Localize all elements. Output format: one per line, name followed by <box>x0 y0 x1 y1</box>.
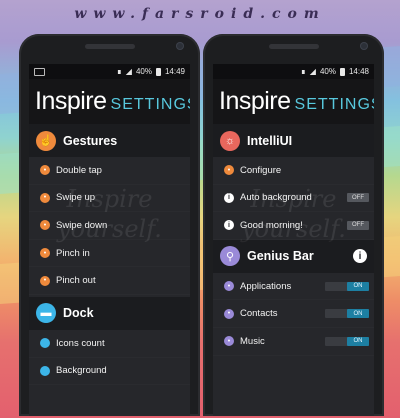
music-toggle[interactable]: ON <box>347 336 369 346</box>
list-item-label: Music <box>240 335 265 347</box>
genius-item-icon: • <box>224 281 234 292</box>
phone-left: ∎ ◢ 40% 14:49 Inspire SETTINGS Inspire y… <box>19 34 200 416</box>
app-subtitle: SETTINGS <box>110 95 190 113</box>
gesture-icon: • <box>40 165 50 176</box>
dock-item-icon <box>40 365 50 376</box>
list-item-label: Auto background <box>240 192 312 204</box>
good-morning-toggle[interactable]: OFF <box>347 220 369 230</box>
list-item-label: Contacts <box>240 308 278 320</box>
signal-icon: ◢ <box>125 67 132 76</box>
list-item-music[interactable]: • Music ON <box>213 328 374 356</box>
hand-icon: ☝ <box>36 130 56 151</box>
speaker <box>85 44 135 49</box>
front-camera <box>360 42 368 50</box>
list-item-label: Double tap <box>56 164 102 176</box>
section-intelliui: ☼ IntelliUI <box>213 124 374 157</box>
screen-left: ∎ ◢ 40% 14:49 Inspire SETTINGS Inspire y… <box>29 64 190 416</box>
list-item-configure[interactable]: • Configure <box>213 157 374 185</box>
section-title: Dock <box>63 306 94 321</box>
list-item-pinch-in[interactable]: • Pinch in <box>29 240 190 268</box>
contacts-toggle[interactable]: ON <box>347 309 369 319</box>
magnifier-icon: ⚲ <box>220 246 240 267</box>
list-item-pinch-out[interactable]: • Pinch out <box>29 267 190 295</box>
genius-item-icon: • <box>224 336 234 347</box>
auto-background-toggle[interactable]: OFF <box>347 193 369 203</box>
list-item-label: Pinch in <box>56 247 90 259</box>
phone-right: ∎ ◢ 40% 14:48 Inspire SETTINGS Inspire y… <box>203 34 384 416</box>
notification-icon <box>34 68 45 76</box>
status-bar: ∎ ◢ 40% 14:49 <box>29 64 190 79</box>
section-gestures: ☝ Gestures <box>29 124 190 157</box>
list-item-applications[interactable]: • Applications ON <box>213 273 374 301</box>
list-item-auto-background[interactable]: i Auto background OFF <box>213 185 374 213</box>
list-item-contacts[interactable]: • Contacts ON <box>213 300 374 328</box>
list-item-double-tap[interactable]: • Double tap <box>29 157 190 185</box>
clock: 14:49 <box>164 67 185 76</box>
app-subtitle: SETTINGS <box>294 95 374 113</box>
dock-item-icon <box>40 338 50 349</box>
section-genius-bar: ⚲ Genius Bar i <box>213 239 374 273</box>
section-title: IntelliUI <box>247 133 293 148</box>
gesture-icon: • <box>40 275 50 286</box>
list-item-label: Swipe up <box>56 192 96 204</box>
battery-icon <box>339 67 345 76</box>
wifi-icon: ∎ <box>116 67 122 76</box>
app-header: Inspire SETTINGS <box>29 79 190 124</box>
settings-list: Inspire yourself. ☝ Gestures • Double ta… <box>29 124 190 385</box>
app-title: Inspire <box>35 87 107 115</box>
signal-icon: ◢ <box>309 67 316 76</box>
speaker <box>269 44 319 49</box>
list-item-swipe-up[interactable]: • Swipe up <box>29 185 190 213</box>
gesture-icon: • <box>40 192 50 203</box>
battery-icon <box>155 67 161 76</box>
configure-icon: • <box>224 165 234 176</box>
list-item-swipe-down[interactable]: • Swipe down <box>29 212 190 240</box>
list-item-icons-count[interactable]: Icons count <box>29 330 190 358</box>
list-item-good-morning[interactable]: i Good morning! OFF <box>213 212 374 240</box>
watermark: www.farsroid.com <box>74 6 326 22</box>
gesture-icon: • <box>40 220 50 231</box>
info-icon: i <box>224 192 234 203</box>
list-item-label: Good morning! <box>240 219 303 231</box>
clock: 14:48 <box>348 67 369 76</box>
list-item-label: Pinch out <box>56 275 96 287</box>
section-title: Gestures <box>63 133 118 148</box>
app-header: Inspire SETTINGS <box>213 79 374 124</box>
battery-percent: 40% <box>319 67 336 76</box>
lightbulb-icon: ☼ <box>220 130 240 151</box>
section-dock: ▬ Dock <box>29 296 190 330</box>
battery-percent: 40% <box>135 67 152 76</box>
applications-toggle[interactable]: ON <box>347 281 369 291</box>
list-item-label: Configure <box>240 164 282 176</box>
section-title: Genius Bar <box>247 249 314 264</box>
front-camera <box>176 42 184 50</box>
status-bar: ∎ ◢ 40% 14:48 <box>213 64 374 79</box>
list-item-background[interactable]: Background <box>29 358 190 386</box>
list-item-label: Icons count <box>56 337 105 349</box>
wifi-icon: ∎ <box>300 67 306 76</box>
genius-item-icon: • <box>224 308 234 319</box>
info-icon: i <box>224 220 234 231</box>
dock-icon: ▬ <box>36 303 56 324</box>
list-item-label: Background <box>56 365 107 377</box>
screen-right: ∎ ◢ 40% 14:48 Inspire SETTINGS Inspire y… <box>213 64 374 416</box>
gesture-icon: • <box>40 248 50 259</box>
info-icon[interactable]: i <box>353 249 367 264</box>
settings-list: Inspire yourself. ☼ IntelliUI • Configur… <box>213 124 374 356</box>
app-title: Inspire <box>219 87 291 115</box>
list-item-label: Applications <box>240 280 292 292</box>
list-item-label: Swipe down <box>56 219 108 231</box>
